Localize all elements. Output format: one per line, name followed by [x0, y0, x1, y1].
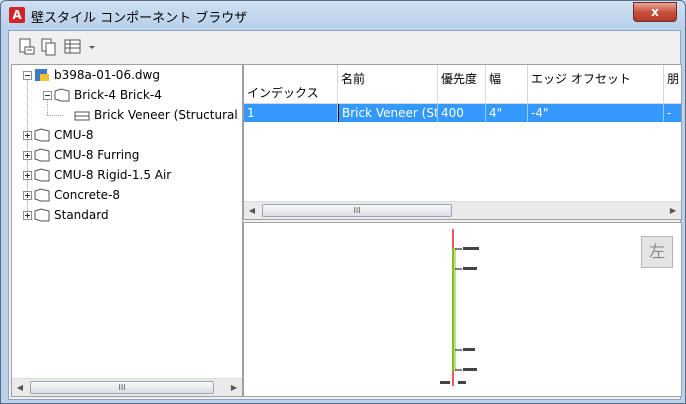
- toolbar: [9, 31, 680, 62]
- tree-root-label: b398a-01-06.dwg: [54, 68, 160, 82]
- column-header-extra[interactable]: 朋: [664, 65, 681, 103]
- dimension-text: [463, 247, 479, 250]
- expand-icon[interactable]: [23, 191, 32, 200]
- tree-item-brick-4[interactable]: Brick-4 Brick-4: [12, 85, 242, 105]
- table-row-selected[interactable]: 1 Brick Veneer (Str... 400 4" -4" -: [244, 104, 681, 122]
- component-browser-window: A 壁スタイル コンポーネント ブラウザ x b398a-01-06.dwg B…: [0, 0, 686, 404]
- wall-style-icon: [34, 128, 50, 142]
- component-grid[interactable]: インデックス 名前 優先度 幅 エッジ オフセット 朋 1 Brick Vene…: [243, 64, 682, 220]
- scroll-thumb[interactable]: III: [30, 381, 214, 394]
- wall-style-icon: [34, 208, 50, 222]
- scroll-thumb[interactable]: III: [262, 204, 452, 217]
- wall-style-icon: [34, 188, 50, 202]
- scroll-left-icon[interactable]: ◀: [244, 202, 260, 219]
- grid-header: インデックス 名前 優先度 幅 エッジ オフセット 朋: [244, 65, 681, 104]
- dimension-text: [440, 381, 450, 384]
- dimension-text: [458, 381, 466, 384]
- tree-item-label: CMU-8: [54, 128, 94, 142]
- tree-item-label: Standard: [54, 208, 109, 222]
- tree-item-label: CMU-8 Rigid-1.5 Air: [54, 168, 172, 182]
- tree-root[interactable]: b398a-01-06.dwg: [12, 65, 242, 85]
- tree-item-label: Concrete-8: [54, 188, 121, 202]
- view-direction-button[interactable]: 左: [641, 236, 673, 268]
- column-header-edge-offset[interactable]: エッジ オフセット: [528, 65, 664, 103]
- tree-horizontal-scrollbar[interactable]: ◀ III ▶: [12, 378, 242, 396]
- dropdown-arrow-icon[interactable]: [87, 38, 97, 56]
- cell-edge-offset[interactable]: -4": [528, 104, 664, 122]
- autocad-app-icon: A: [9, 7, 25, 23]
- wall-component-icon: [74, 111, 90, 121]
- column-header-index[interactable]: インデックス: [244, 65, 338, 103]
- collapse-icon[interactable]: [43, 91, 52, 100]
- scroll-right-icon[interactable]: ▶: [226, 379, 242, 396]
- close-button[interactable]: x: [633, 2, 677, 22]
- cell-name[interactable]: Brick Veneer (Str...: [338, 104, 438, 122]
- wall-section-drawing: [440, 229, 479, 386]
- copy-icon[interactable]: [40, 38, 58, 56]
- tree-item-cmu-8[interactable]: CMU-8: [12, 125, 242, 145]
- grid-horizontal-scrollbar[interactable]: ◀ III ▶: [244, 201, 681, 219]
- open-drawing-icon[interactable]: [18, 38, 36, 56]
- dimension-text: [463, 267, 477, 270]
- expand-icon[interactable]: [23, 151, 32, 160]
- tree-item-label: Brick-4 Brick-4: [74, 88, 162, 102]
- wall-style-icon: [34, 148, 50, 162]
- tree-item-standard[interactable]: Standard: [12, 205, 242, 225]
- expand-icon[interactable]: [23, 171, 32, 180]
- expand-icon[interactable]: [23, 211, 32, 220]
- column-header-priority[interactable]: 優先度: [438, 65, 486, 103]
- tree-item-label: CMU-8 Furring: [54, 148, 140, 162]
- tree-item-label: Brick Veneer (Structural: [94, 108, 238, 122]
- dimension-text: [463, 368, 477, 371]
- style-tree[interactable]: b398a-01-06.dwg Brick-4 Brick-4 Brick Ve…: [11, 64, 243, 397]
- tree-item-concrete-8[interactable]: Concrete-8: [12, 185, 242, 205]
- expand-icon[interactable]: [23, 131, 32, 140]
- column-header-width[interactable]: 幅: [486, 65, 528, 103]
- scroll-right-icon[interactable]: ▶: [665, 202, 681, 219]
- wall-style-icon: [54, 88, 70, 102]
- title-bar[interactable]: A 壁スタイル コンポーネント ブラウザ x: [1, 1, 685, 29]
- tree-item-cmu-8-rigid[interactable]: CMU-8 Rigid-1.5 Air: [12, 165, 242, 185]
- cell-extra: -: [667, 106, 672, 120]
- dimension-text: [463, 348, 475, 351]
- tree-item-brick-veneer[interactable]: Brick Veneer (Structural: [12, 105, 242, 125]
- drawing-file-icon: [35, 69, 49, 81]
- cell-index: 1: [244, 104, 338, 122]
- column-header-name[interactable]: 名前: [338, 65, 438, 103]
- cell-width[interactable]: 4": [486, 104, 528, 122]
- tree-item-cmu-8-furring[interactable]: CMU-8 Furring: [12, 145, 242, 165]
- client-area: b398a-01-06.dwg Brick-4 Brick-4 Brick Ve…: [8, 30, 682, 400]
- wall-style-icon: [34, 168, 50, 182]
- wall-preview[interactable]: 左: [243, 222, 682, 397]
- table-view-icon[interactable]: [64, 38, 82, 56]
- collapse-icon[interactable]: [23, 71, 32, 80]
- cell-priority[interactable]: 400: [438, 104, 486, 122]
- scroll-left-icon[interactable]: ◀: [12, 379, 28, 396]
- window-title: 壁スタイル コンポーネント ブラウザ: [31, 11, 248, 26]
